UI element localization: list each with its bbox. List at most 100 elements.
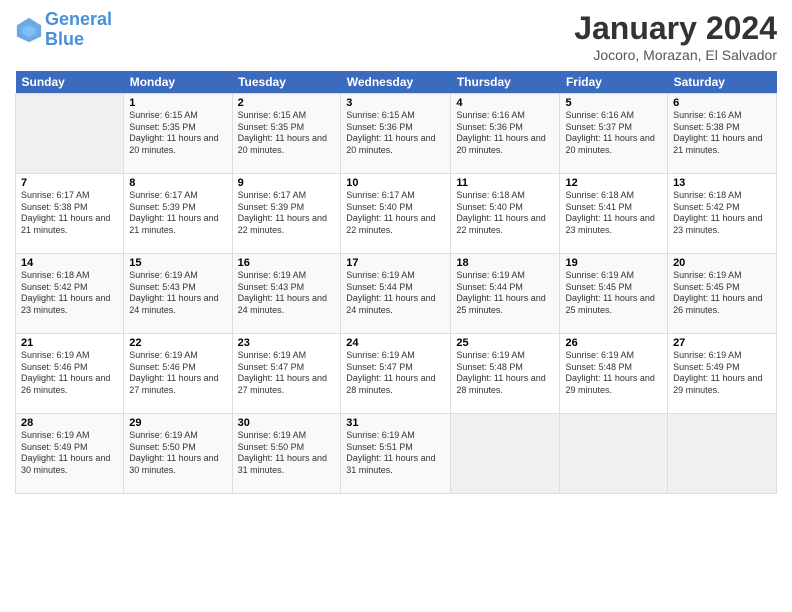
- day-info: Sunrise: 6:19 AMSunset: 5:49 PMDaylight:…: [673, 350, 762, 395]
- day-info: Sunrise: 6:17 AMSunset: 5:39 PMDaylight:…: [129, 190, 218, 235]
- calendar-table: Sunday Monday Tuesday Wednesday Thursday…: [15, 71, 777, 494]
- day-number: 4: [456, 97, 554, 109]
- day-info: Sunrise: 6:17 AMSunset: 5:40 PMDaylight:…: [346, 190, 435, 235]
- day-number: 10: [346, 177, 445, 189]
- day-info: Sunrise: 6:19 AMSunset: 5:50 PMDaylight:…: [129, 430, 218, 475]
- day-cell-w4-d1: 21 Sunrise: 6:19 AMSunset: 5:46 PMDaylig…: [16, 334, 124, 414]
- week-row-5: 28 Sunrise: 6:19 AMSunset: 5:49 PMDaylig…: [16, 414, 777, 494]
- header-wednesday: Wednesday: [341, 71, 451, 94]
- day-cell-w1-d2: 1 Sunrise: 6:15 AMSunset: 5:35 PMDayligh…: [124, 94, 232, 174]
- day-info: Sunrise: 6:19 AMSunset: 5:51 PMDaylight:…: [346, 430, 435, 475]
- day-number: 19: [565, 257, 662, 269]
- day-number: 22: [129, 337, 226, 349]
- day-cell-w5-d5: [451, 414, 560, 494]
- day-info: Sunrise: 6:18 AMSunset: 5:42 PMDaylight:…: [673, 190, 762, 235]
- header-sunday: Sunday: [16, 71, 124, 94]
- day-info: Sunrise: 6:16 AMSunset: 5:37 PMDaylight:…: [565, 110, 654, 155]
- day-cell-w3-d7: 20 Sunrise: 6:19 AMSunset: 5:45 PMDaylig…: [668, 254, 777, 334]
- title-section: January 2024 Jocoro, Morazan, El Salvado…: [574, 10, 777, 63]
- day-info: Sunrise: 6:17 AMSunset: 5:38 PMDaylight:…: [21, 190, 110, 235]
- day-cell-w4-d4: 24 Sunrise: 6:19 AMSunset: 5:47 PMDaylig…: [341, 334, 451, 414]
- week-row-4: 21 Sunrise: 6:19 AMSunset: 5:46 PMDaylig…: [16, 334, 777, 414]
- day-info: Sunrise: 6:19 AMSunset: 5:50 PMDaylight:…: [238, 430, 327, 475]
- header-friday: Friday: [560, 71, 668, 94]
- day-cell-w2-d7: 13 Sunrise: 6:18 AMSunset: 5:42 PMDaylig…: [668, 174, 777, 254]
- header-row: Sunday Monday Tuesday Wednesday Thursday…: [16, 71, 777, 94]
- day-cell-w5-d2: 29 Sunrise: 6:19 AMSunset: 5:50 PMDaylig…: [124, 414, 232, 494]
- day-number: 25: [456, 337, 554, 349]
- day-cell-w4-d3: 23 Sunrise: 6:19 AMSunset: 5:47 PMDaylig…: [232, 334, 341, 414]
- logo-text: General Blue: [45, 10, 112, 50]
- day-info: Sunrise: 6:18 AMSunset: 5:41 PMDaylight:…: [565, 190, 654, 235]
- day-cell-w5-d1: 28 Sunrise: 6:19 AMSunset: 5:49 PMDaylig…: [16, 414, 124, 494]
- day-number: 31: [346, 417, 445, 429]
- day-cell-w2-d3: 9 Sunrise: 6:17 AMSunset: 5:39 PMDayligh…: [232, 174, 341, 254]
- day-number: 24: [346, 337, 445, 349]
- day-cell-w4-d2: 22 Sunrise: 6:19 AMSunset: 5:46 PMDaylig…: [124, 334, 232, 414]
- day-number: 7: [21, 177, 118, 189]
- day-number: 18: [456, 257, 554, 269]
- day-number: 3: [346, 97, 445, 109]
- week-row-2: 7 Sunrise: 6:17 AMSunset: 5:38 PMDayligh…: [16, 174, 777, 254]
- day-info: Sunrise: 6:19 AMSunset: 5:47 PMDaylight:…: [238, 350, 327, 395]
- day-cell-w2-d1: 7 Sunrise: 6:17 AMSunset: 5:38 PMDayligh…: [16, 174, 124, 254]
- day-info: Sunrise: 6:17 AMSunset: 5:39 PMDaylight:…: [238, 190, 327, 235]
- header-monday: Monday: [124, 71, 232, 94]
- day-number: 6: [673, 97, 771, 109]
- day-cell-w2-d4: 10 Sunrise: 6:17 AMSunset: 5:40 PMDaylig…: [341, 174, 451, 254]
- day-number: 15: [129, 257, 226, 269]
- main-title: January 2024: [574, 10, 777, 47]
- day-number: 26: [565, 337, 662, 349]
- day-info: Sunrise: 6:19 AMSunset: 5:48 PMDaylight:…: [565, 350, 654, 395]
- day-info: Sunrise: 6:19 AMSunset: 5:45 PMDaylight:…: [565, 270, 654, 315]
- week-row-3: 14 Sunrise: 6:18 AMSunset: 5:42 PMDaylig…: [16, 254, 777, 334]
- calendar-header: Sunday Monday Tuesday Wednesday Thursday…: [16, 71, 777, 94]
- header-thursday: Thursday: [451, 71, 560, 94]
- day-cell-w5-d6: [560, 414, 668, 494]
- day-cell-w5-d4: 31 Sunrise: 6:19 AMSunset: 5:51 PMDaylig…: [341, 414, 451, 494]
- day-info: Sunrise: 6:19 AMSunset: 5:45 PMDaylight:…: [673, 270, 762, 315]
- day-cell-w3-d3: 16 Sunrise: 6:19 AMSunset: 5:43 PMDaylig…: [232, 254, 341, 334]
- calendar-body: 1 Sunrise: 6:15 AMSunset: 5:35 PMDayligh…: [16, 94, 777, 494]
- day-info: Sunrise: 6:19 AMSunset: 5:43 PMDaylight:…: [129, 270, 218, 315]
- day-cell-w1-d7: 6 Sunrise: 6:16 AMSunset: 5:38 PMDayligh…: [668, 94, 777, 174]
- day-info: Sunrise: 6:18 AMSunset: 5:42 PMDaylight:…: [21, 270, 110, 315]
- logo-icon: [15, 16, 43, 44]
- day-number: 27: [673, 337, 771, 349]
- day-cell-w1-d5: 4 Sunrise: 6:16 AMSunset: 5:36 PMDayligh…: [451, 94, 560, 174]
- day-cell-w4-d7: 27 Sunrise: 6:19 AMSunset: 5:49 PMDaylig…: [668, 334, 777, 414]
- day-cell-w3-d1: 14 Sunrise: 6:18 AMSunset: 5:42 PMDaylig…: [16, 254, 124, 334]
- day-number: 29: [129, 417, 226, 429]
- day-cell-w2-d6: 12 Sunrise: 6:18 AMSunset: 5:41 PMDaylig…: [560, 174, 668, 254]
- day-info: Sunrise: 6:19 AMSunset: 5:46 PMDaylight:…: [129, 350, 218, 395]
- day-cell-w1-d6: 5 Sunrise: 6:16 AMSunset: 5:37 PMDayligh…: [560, 94, 668, 174]
- day-info: Sunrise: 6:15 AMSunset: 5:36 PMDaylight:…: [346, 110, 435, 155]
- day-cell-w4-d6: 26 Sunrise: 6:19 AMSunset: 5:48 PMDaylig…: [560, 334, 668, 414]
- day-number: 14: [21, 257, 118, 269]
- day-info: Sunrise: 6:18 AMSunset: 5:40 PMDaylight:…: [456, 190, 545, 235]
- day-cell-w3-d6: 19 Sunrise: 6:19 AMSunset: 5:45 PMDaylig…: [560, 254, 668, 334]
- day-info: Sunrise: 6:19 AMSunset: 5:48 PMDaylight:…: [456, 350, 545, 395]
- day-cell-w2-d2: 8 Sunrise: 6:17 AMSunset: 5:39 PMDayligh…: [124, 174, 232, 254]
- day-info: Sunrise: 6:16 AMSunset: 5:36 PMDaylight:…: [456, 110, 545, 155]
- day-number: 17: [346, 257, 445, 269]
- logo: General Blue: [15, 10, 112, 50]
- day-cell-w3-d2: 15 Sunrise: 6:19 AMSunset: 5:43 PMDaylig…: [124, 254, 232, 334]
- day-info: Sunrise: 6:19 AMSunset: 5:47 PMDaylight:…: [346, 350, 435, 395]
- day-number: 28: [21, 417, 118, 429]
- day-info: Sunrise: 6:15 AMSunset: 5:35 PMDaylight:…: [129, 110, 218, 155]
- day-info: Sunrise: 6:15 AMSunset: 5:35 PMDaylight:…: [238, 110, 327, 155]
- day-info: Sunrise: 6:19 AMSunset: 5:46 PMDaylight:…: [21, 350, 110, 395]
- day-cell-w3-d4: 17 Sunrise: 6:19 AMSunset: 5:44 PMDaylig…: [341, 254, 451, 334]
- subtitle: Jocoro, Morazan, El Salvador: [574, 47, 777, 63]
- day-cell-w5-d3: 30 Sunrise: 6:19 AMSunset: 5:50 PMDaylig…: [232, 414, 341, 494]
- day-cell-w1-d1: [16, 94, 124, 174]
- day-number: 5: [565, 97, 662, 109]
- day-number: 12: [565, 177, 662, 189]
- day-cell-w2-d5: 11 Sunrise: 6:18 AMSunset: 5:40 PMDaylig…: [451, 174, 560, 254]
- page-container: General Blue January 2024 Jocoro, Moraza…: [0, 0, 792, 612]
- day-number: 16: [238, 257, 336, 269]
- header-tuesday: Tuesday: [232, 71, 341, 94]
- day-cell-w1-d4: 3 Sunrise: 6:15 AMSunset: 5:36 PMDayligh…: [341, 94, 451, 174]
- day-number: 13: [673, 177, 771, 189]
